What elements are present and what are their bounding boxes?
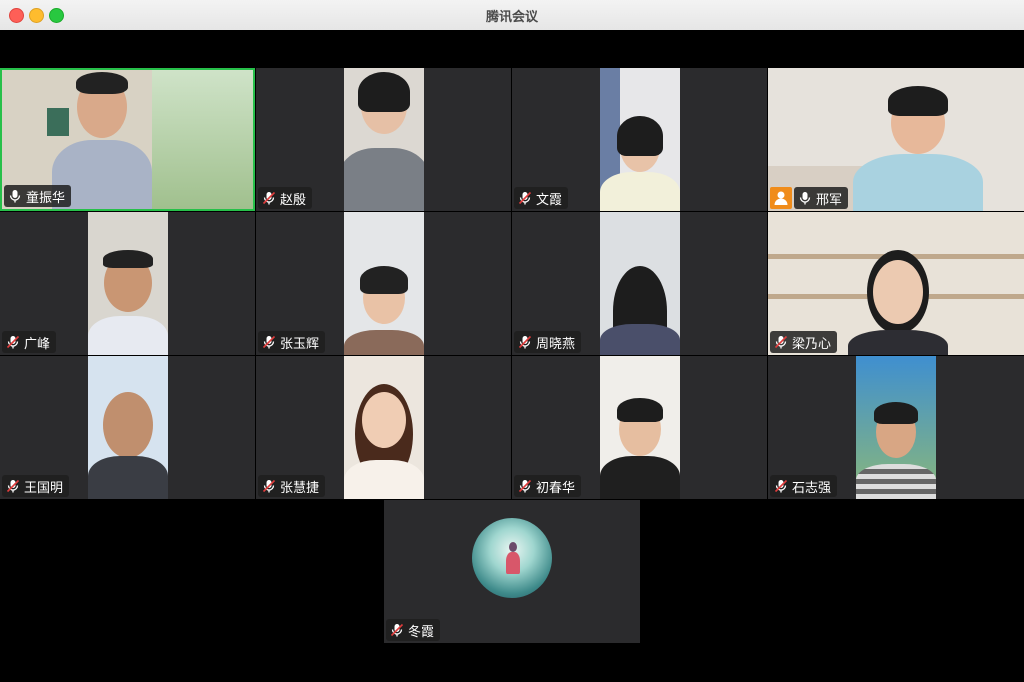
participant-tile[interactable]: 周晓燕 xyxy=(512,212,767,355)
participant-namebar: 梁乃心 xyxy=(770,331,838,353)
microphone-muted-icon[interactable] xyxy=(518,191,532,205)
participant-video xyxy=(87,212,168,355)
participant-tile[interactable]: 石志强 xyxy=(768,356,1024,499)
window-titlebar: 腾讯会议 xyxy=(0,0,1024,31)
participant-name: 周晓燕 xyxy=(536,336,576,352)
participant-video xyxy=(599,68,680,211)
participant-name: 文霞 xyxy=(536,192,563,208)
participant-namebar: 广峰 xyxy=(2,331,57,353)
participant-name: 张玉辉 xyxy=(280,336,320,352)
video-grid: 童振华 赵殷 文霞 邢军 广峰 张玉辉 周晓燕 梁乃心 王国明 张慧捷 初春华 … xyxy=(0,30,1024,682)
window-title: 腾讯会议 xyxy=(485,10,538,25)
participant-name: 王国明 xyxy=(24,480,64,496)
participant-namebar: 张玉辉 xyxy=(258,331,326,353)
participant-name: 童振华 xyxy=(26,190,66,206)
participant-tile[interactable]: 赵殷 xyxy=(256,68,511,211)
participant-video xyxy=(848,68,988,211)
participant-tile[interactable]: 广峰 xyxy=(0,212,255,355)
participant-video xyxy=(599,212,680,355)
participant-tile[interactable]: 童振华 xyxy=(0,68,255,211)
participant-namebar: 冬霞 xyxy=(386,619,441,641)
microphone-muted-icon[interactable] xyxy=(6,479,20,493)
participant-tile[interactable]: 王国明 xyxy=(0,356,255,499)
microphone-icon[interactable] xyxy=(8,189,22,203)
participant-video xyxy=(343,356,424,499)
participant-name: 张慧捷 xyxy=(280,480,320,496)
microphone-muted-icon[interactable] xyxy=(518,335,532,349)
participant-namebar: 邢军 xyxy=(794,187,849,209)
participant-name: 赵殷 xyxy=(280,192,307,208)
participant-namebar: 初春华 xyxy=(514,475,582,497)
participant-namebar: 王国明 xyxy=(2,475,70,497)
participant-video xyxy=(599,356,680,499)
microphone-muted-icon[interactable] xyxy=(6,335,20,349)
participant-name: 石志强 xyxy=(792,480,832,496)
participant-video xyxy=(87,356,168,499)
host-person-icon xyxy=(770,187,792,209)
microphone-muted-icon[interactable] xyxy=(774,479,788,493)
participant-name: 梁乃心 xyxy=(792,336,832,352)
participant-namebar: 石志强 xyxy=(770,475,838,497)
participant-tile[interactable]: 冬霞 xyxy=(384,500,640,643)
participant-video xyxy=(843,212,953,355)
participant-namebar: 赵殷 xyxy=(258,187,313,209)
participant-tile[interactable]: 邢军 xyxy=(768,68,1024,211)
participant-name: 邢军 xyxy=(816,192,843,208)
participant-name: 初春华 xyxy=(536,480,576,496)
participant-namebar: 文霞 xyxy=(514,187,569,209)
microphone-muted-icon[interactable] xyxy=(262,335,276,349)
participant-name: 冬霞 xyxy=(408,624,435,640)
participant-tile[interactable]: 张玉辉 xyxy=(256,212,511,355)
window-background xyxy=(152,70,253,209)
participant-tile[interactable]: 文霞 xyxy=(512,68,767,211)
participant-tile[interactable]: 张慧捷 xyxy=(256,356,511,499)
microphone-muted-icon[interactable] xyxy=(262,191,276,205)
participant-namebar: 张慧捷 xyxy=(258,475,326,497)
microphone-muted-icon[interactable] xyxy=(390,623,404,637)
microphone-icon[interactable] xyxy=(798,191,812,205)
participant-video xyxy=(343,212,424,355)
microphone-muted-icon[interactable] xyxy=(518,479,532,493)
participant-name: 广峰 xyxy=(24,336,51,352)
participant-video xyxy=(856,356,936,499)
microphone-muted-icon[interactable] xyxy=(262,479,276,493)
participant-tile[interactable]: 梁乃心 xyxy=(768,212,1024,355)
participant-video xyxy=(343,68,424,211)
participant-namebar: 童振华 xyxy=(4,185,72,207)
avatar xyxy=(472,518,552,598)
microphone-muted-icon[interactable] xyxy=(774,335,788,349)
participant-namebar: 周晓燕 xyxy=(514,331,582,353)
participant-tile[interactable]: 初春华 xyxy=(512,356,767,499)
